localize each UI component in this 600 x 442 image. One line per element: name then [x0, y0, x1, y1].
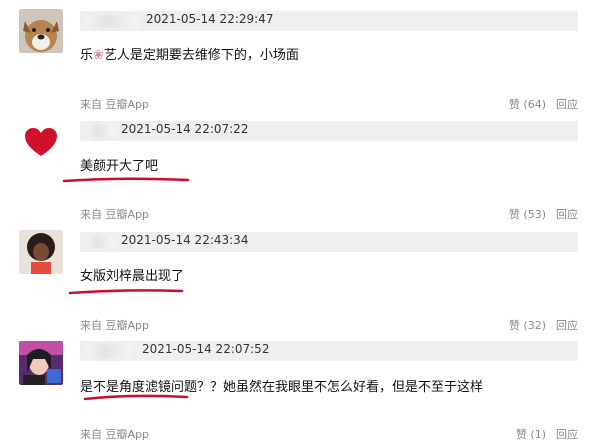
timestamp: 2021-05-14 22:07:52 [142, 342, 270, 356]
username-blurred[interactable] [86, 14, 138, 28]
like-button[interactable]: 赞 (1) [516, 428, 546, 441]
avatar[interactable] [19, 341, 63, 385]
comment-footer: 来自 豆瓣App 赞 (64) 回应 [80, 96, 578, 112]
comment-footer: 来自 豆瓣App 赞 (1) 回应 [80, 426, 578, 442]
reply-button[interactable]: 回应 [556, 319, 578, 332]
like-button[interactable]: 赞 (64) [509, 98, 546, 111]
comment-text: 美颜开大了吧 [80, 159, 159, 174]
comment-text: 女版刘梓晨出现了 [80, 269, 185, 284]
comment-footer: 来自 豆瓣App 赞 (32) 回应 [80, 317, 578, 333]
reply-button[interactable]: 回应 [556, 208, 578, 221]
girl-avatar-icon [19, 341, 63, 385]
reply-button[interactable]: 回应 [556, 98, 578, 111]
username-blurred[interactable] [86, 124, 114, 138]
flower-icon: ❀ [93, 48, 104, 63]
avatar[interactable] [19, 9, 63, 53]
dog-avatar-icon [19, 9, 63, 53]
avatar[interactable] [19, 120, 63, 164]
timestamp: 2021-05-14 22:43:34 [121, 233, 249, 247]
like-button[interactable]: 赞 (53) [509, 208, 546, 221]
avatar[interactable] [19, 230, 63, 274]
comment-text: 乐❀艺人是定期要去维修下的，小场面 [80, 48, 299, 63]
username-blurred[interactable] [86, 344, 132, 358]
red-underline-marker [68, 289, 184, 295]
comment-header: 2021-05-14 22:29:47 [80, 11, 578, 31]
heart-avatar-icon [19, 120, 63, 164]
red-underline-marker [83, 394, 189, 401]
reply-button[interactable]: 回应 [556, 428, 578, 441]
username-blurred[interactable] [86, 235, 114, 249]
comment-header: 2021-05-14 22:07:52 [80, 341, 578, 361]
source-label: 来自 豆瓣App [80, 208, 149, 221]
source-label: 来自 豆瓣App [80, 428, 149, 441]
comment-header: 2021-05-14 22:43:34 [80, 232, 578, 252]
comment-footer: 来自 豆瓣App 赞 (53) 回应 [80, 206, 578, 222]
timestamp: 2021-05-14 22:07:22 [121, 122, 249, 136]
person-avatar-icon [19, 230, 63, 274]
comment-header: 2021-05-14 22:07:22 [80, 121, 578, 141]
like-button[interactable]: 赞 (32) [509, 319, 546, 332]
timestamp: 2021-05-14 22:29:47 [146, 12, 274, 26]
source-label: 来自 豆瓣App [80, 319, 149, 332]
source-label: 来自 豆瓣App [80, 98, 149, 111]
red-underline-marker [62, 177, 190, 183]
